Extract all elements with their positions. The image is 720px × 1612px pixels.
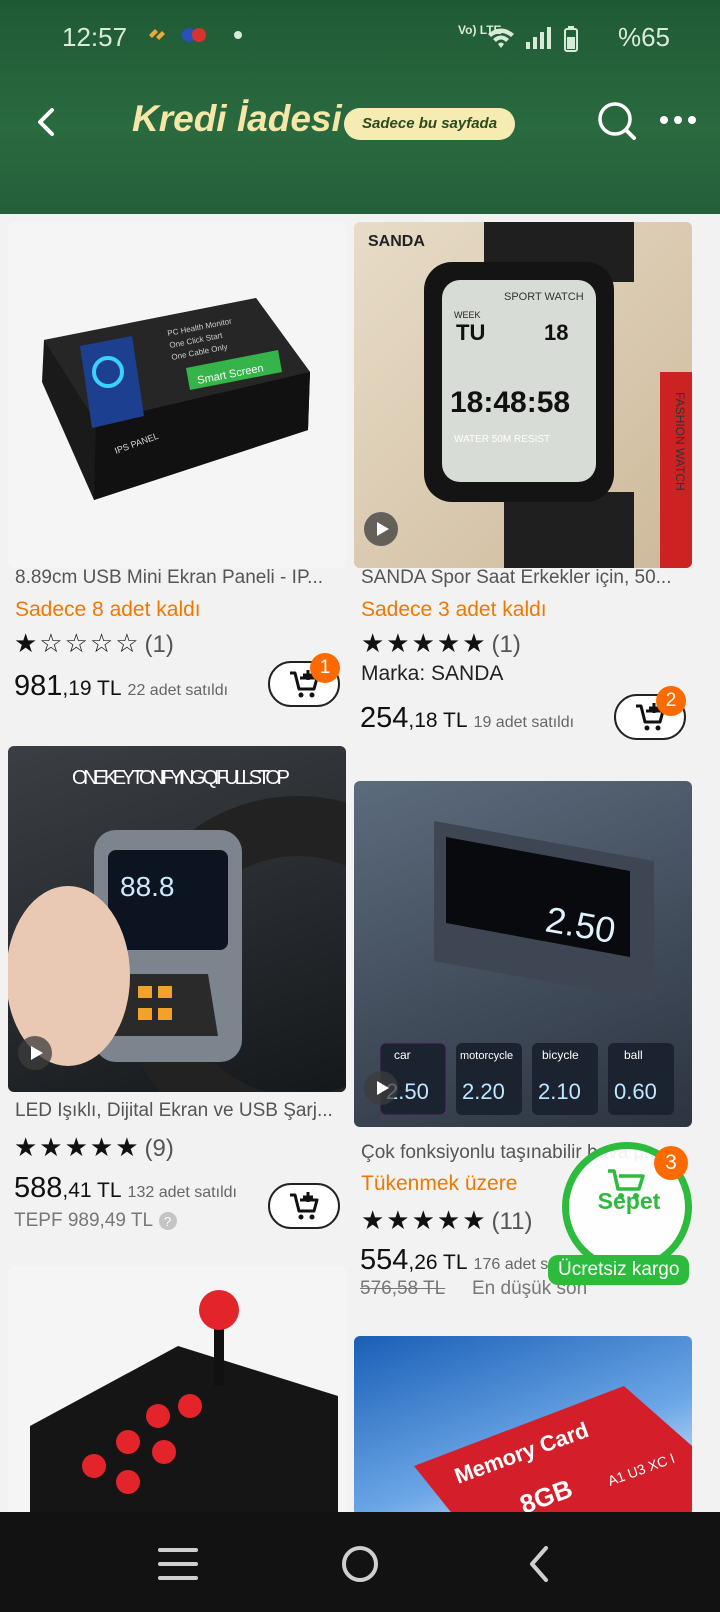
free-shipping-label: Ücretsiz kargo xyxy=(548,1255,690,1285)
smart-screen-box-image: Smart Screen PC Health Monitor One Click… xyxy=(42,298,310,500)
svg-text:ball: ball xyxy=(624,1048,643,1062)
battery-icon xyxy=(564,26,578,52)
video-play-icon[interactable] xyxy=(18,1036,52,1070)
svg-text:SANDA: SANDA xyxy=(368,233,425,250)
product-name[interactable]: SANDA Spor Saat Erkekler için, 50... xyxy=(361,567,691,589)
product-image[interactable]: 2.50 car motorcycle bicycle ball 2.50 2.… xyxy=(354,781,692,1127)
product-name[interactable]: LED Işıklı, Dijital Ekran ve USB Şarj... xyxy=(15,1100,345,1122)
arcade-joystick-image xyxy=(30,1290,338,1516)
search-icon[interactable] xyxy=(596,100,638,142)
tire-inflator-image: ONE KEY TONIFYING QI FULL STOP 88.8 xyxy=(8,767,346,1092)
home-icon[interactable] xyxy=(340,1544,380,1584)
svg-text:?: ? xyxy=(164,1214,171,1229)
reference-price-text: TEPF 989,49 TL xyxy=(14,1210,153,1231)
rating-stars: ★☆☆☆☆ (1) xyxy=(14,628,174,659)
brand-label: Marka: SANDA xyxy=(361,662,504,685)
app-header: 12:57 Vo) LTE %65 Kredi İadesi Sadece bu… xyxy=(0,0,720,214)
sold-count: 176 adet sa xyxy=(473,1256,558,1273)
product-price: 981,19 TL 22 adet satıldı xyxy=(14,670,228,703)
video-play-icon[interactable] xyxy=(364,512,398,546)
status-bar: 12:57 Vo) LTE %65 xyxy=(62,18,670,54)
status-time: 12:57 xyxy=(62,22,128,52)
product-name[interactable]: 8.89cm USB Mini Ekran Paneli - IP... xyxy=(15,567,345,589)
stars-value: ★★★★★ xyxy=(14,1132,141,1162)
price-decimal: ,19 TL xyxy=(62,677,122,700)
price-integer: 981 xyxy=(14,670,63,702)
video-play-icon[interactable] xyxy=(364,1071,398,1105)
top-nav: Kredi İadesi Sadece bu sayfada xyxy=(0,96,720,152)
cart-count-badge: 1 xyxy=(310,653,340,683)
product-image[interactable]: SPORT WATCH WEEK TU 18 18:48:58 WATER 50… xyxy=(354,222,692,568)
app-notification-icon xyxy=(149,29,165,40)
cart-label: Sepet xyxy=(597,1188,661,1214)
price-decimal: ,41 TL xyxy=(62,1179,122,1202)
air-pump-image: 2.50 car motorcycle bicycle ball 2.50 2.… xyxy=(379,821,674,1116)
svg-text:WEEK: WEEK xyxy=(454,310,481,320)
rating-stars: ★★★★★ (11) xyxy=(361,1205,532,1236)
svg-text:SPORT WATCH: SPORT WATCH xyxy=(504,291,584,303)
svg-text:motorcycle: motorcycle xyxy=(460,1050,513,1062)
rating-stars: ★★★★★ (1) xyxy=(361,628,521,659)
svg-text:TU: TU xyxy=(456,320,485,345)
reference-price: TEPF 989,49 TL ? xyxy=(14,1210,178,1232)
product-image[interactable]: Memory Card 8GB A1 U3 XC I xyxy=(354,1336,692,1516)
add-to-cart-button[interactable] xyxy=(268,1183,340,1229)
sold-count: 22 adet satıldı xyxy=(127,682,229,699)
product-price: 588,41 TL 132 adet satıldı xyxy=(14,1172,237,1205)
memory-card-image: Memory Card 8GB A1 U3 XC I xyxy=(414,1386,692,1516)
back-arrow-icon[interactable] xyxy=(26,100,70,144)
old-price: 576,58 TL xyxy=(360,1278,446,1299)
rating-count: (1) xyxy=(491,631,521,658)
carrier-icon xyxy=(182,28,206,42)
page-only-badge: Sadece bu sayfada xyxy=(344,108,516,140)
product-price: 554,26 TL 176 adet sa xyxy=(360,1244,557,1277)
system-back-icon[interactable] xyxy=(524,1544,554,1584)
svg-text:2.10: 2.10 xyxy=(538,1079,581,1104)
price-integer: 588 xyxy=(14,1172,63,1204)
price-integer: 254 xyxy=(360,702,409,734)
recent-apps-icon[interactable] xyxy=(158,1546,198,1582)
wifi-icon xyxy=(488,28,514,48)
svg-text:car: car xyxy=(394,1048,411,1062)
svg-text:0.60: 0.60 xyxy=(614,1079,657,1104)
help-icon[interactable]: ? xyxy=(158,1211,178,1231)
svg-text:18:48:58: 18:48:58 xyxy=(450,386,570,419)
rating-count: (9) xyxy=(144,1135,174,1162)
svg-text:18: 18 xyxy=(544,320,568,345)
price-decimal: ,18 TL xyxy=(408,709,468,732)
product-image[interactable]: ONE KEY TONIFYING QI FULL STOP 88.8 xyxy=(8,746,346,1092)
rating-count: (11) xyxy=(491,1208,533,1235)
stock-status: Tükenmek üzere xyxy=(361,1172,518,1195)
stock-status: Sadece 8 adet kaldı xyxy=(15,598,201,621)
svg-text:WATER 50M RESIST: WATER 50M RESIST xyxy=(454,434,550,445)
signal-icon xyxy=(526,27,551,49)
sport-watch-image: SPORT WATCH WEEK TU 18 18:48:58 WATER 50… xyxy=(368,222,692,568)
sold-count: 132 adet satıldı xyxy=(127,1184,237,1201)
svg-text:2.20: 2.20 xyxy=(462,1079,505,1104)
svg-text:bicycle: bicycle xyxy=(542,1048,579,1062)
system-navigation-bar xyxy=(0,1512,720,1612)
rating-stars: ★★★★★ (9) xyxy=(14,1132,174,1163)
stock-status: Sadece 3 adet kaldı xyxy=(361,598,547,621)
svg-text:ONE KEY TONIFYING QI FULL STOP: ONE KEY TONIFYING QI FULL STOP xyxy=(72,767,290,789)
stars-value: ★★★★★ xyxy=(361,628,488,658)
more-options-icon[interactable] xyxy=(658,108,698,132)
cart-count-badge: 2 xyxy=(656,686,686,716)
cart-plus-icon xyxy=(290,1192,319,1220)
price-integer: 554 xyxy=(360,1244,409,1276)
svg-text:88.8: 88.8 xyxy=(120,871,175,902)
battery-percent: %65 xyxy=(617,22,670,52)
stars-value: ★☆☆☆☆ xyxy=(14,628,141,658)
sold-count: 19 adet satıldı xyxy=(473,714,575,731)
dot-icon xyxy=(234,31,242,39)
page-title: Kredi İadesi xyxy=(132,98,342,139)
product-price: 254,18 TL 19 adet satıldı xyxy=(360,702,574,735)
product-image[interactable]: Smart Screen PC Health Monitor One Click… xyxy=(8,222,346,568)
price-decimal: ,26 TL xyxy=(408,1251,468,1274)
stars-value: ★★★★★ xyxy=(361,1205,488,1235)
svg-text:FASHION WATCH: FASHION WATCH xyxy=(673,392,687,491)
rating-count: (1) xyxy=(144,631,174,658)
cart-total-badge: 3 xyxy=(654,1146,688,1180)
product-image[interactable] xyxy=(8,1266,346,1516)
